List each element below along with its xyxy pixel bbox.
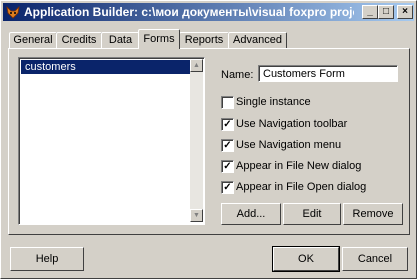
- close-button[interactable]: ×: [397, 5, 413, 19]
- add-button[interactable]: Add...: [221, 203, 281, 225]
- fox-icon: [6, 5, 20, 19]
- name-label: Name:: [221, 69, 254, 81]
- application-builder-window: Application Builder: c:\мои документы\vi…: [0, 0, 417, 279]
- checkmark-icon[interactable]: ✓: [221, 160, 234, 173]
- tab-data[interactable]: Data: [101, 32, 140, 48]
- checkbox-box[interactable]: [221, 96, 234, 109]
- checkbox-label: Appear in File New dialog: [236, 160, 362, 172]
- minimize-button[interactable]: _: [362, 5, 378, 19]
- checkbox-label: Use Navigation toolbar: [236, 118, 348, 130]
- forms-listbox[interactable]: customers ▲ ▼: [18, 57, 205, 225]
- help-button[interactable]: Help: [10, 247, 84, 271]
- ok-button[interactable]: OK: [272, 246, 340, 272]
- tab-advanced[interactable]: Advanced: [228, 32, 287, 48]
- window-title: Application Builder: c:\мои документы\vi…: [24, 5, 354, 19]
- cancel-button[interactable]: Cancel: [342, 247, 408, 271]
- checkbox-label: Use Navigation menu: [236, 139, 342, 151]
- tab-forms[interactable]: Forms: [138, 29, 180, 49]
- checkbox-label: Appear in File Open dialog: [236, 181, 367, 193]
- tab-credits[interactable]: Credits: [56, 32, 102, 48]
- checkmark-icon[interactable]: ✓: [221, 118, 234, 131]
- remove-button[interactable]: Remove: [343, 203, 403, 225]
- checkbox-label: Single instance: [236, 96, 311, 108]
- edit-button[interactable]: Edit: [283, 203, 341, 225]
- maximize-button[interactable]: □: [378, 5, 394, 19]
- name-input[interactable]: [258, 65, 398, 82]
- title-bar[interactable]: Application Builder: c:\мои документы\vi…: [3, 3, 414, 21]
- checkmark-icon[interactable]: ✓: [221, 139, 234, 152]
- scroll-down-icon[interactable]: ▼: [190, 209, 203, 222]
- scroll-up-icon[interactable]: ▲: [190, 59, 203, 72]
- tab-reports[interactable]: Reports: [179, 32, 229, 48]
- vertical-scrollbar[interactable]: ▲ ▼: [190, 59, 203, 222]
- checkmark-icon[interactable]: ✓: [221, 181, 234, 194]
- list-item[interactable]: customers: [21, 60, 191, 74]
- tab-general[interactable]: General: [9, 32, 57, 48]
